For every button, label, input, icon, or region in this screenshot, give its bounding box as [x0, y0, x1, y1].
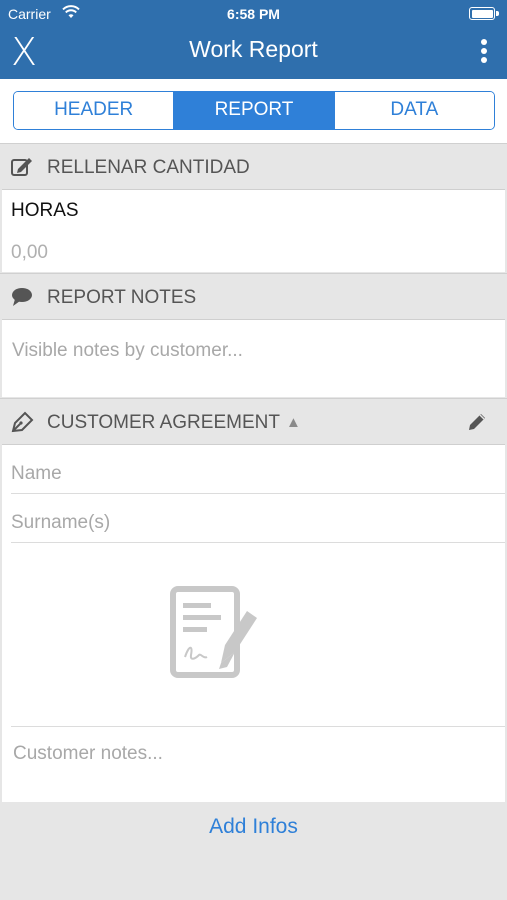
- top-bar: Carrier 6:58 PM X Work Report: [0, 0, 507, 79]
- notes-section-header: REPORT NOTES: [0, 273, 507, 319]
- navigation-bar: X Work Report: [0, 28, 507, 79]
- tab-header[interactable]: HEADER: [14, 92, 174, 129]
- surname-field[interactable]: Surname(s): [11, 494, 505, 543]
- notes-section-title: REPORT NOTES: [47, 287, 197, 308]
- quantity-section-header: RELLENAR CANTIDAD: [0, 143, 507, 189]
- report-notes-placeholder: Visible notes by customer...: [12, 340, 243, 361]
- pencil-icon[interactable]: [465, 410, 489, 434]
- collapse-triangle-icon[interactable]: ▲: [286, 414, 301, 431]
- report-notes-field[interactable]: Visible notes by customer...: [2, 319, 505, 397]
- more-vertical-icon[interactable]: [479, 39, 489, 67]
- battery-icon: [469, 7, 499, 20]
- hours-label: HORAS: [11, 200, 79, 221]
- tab-data[interactable]: DATA: [333, 92, 494, 129]
- signature-area[interactable]: [11, 543, 505, 727]
- quantity-card[interactable]: HORAS 0,00: [2, 189, 505, 272]
- page-title: Work Report: [189, 36, 318, 62]
- tab-report[interactable]: REPORT: [173, 92, 334, 129]
- add-infos-button[interactable]: Add Infos: [0, 815, 507, 839]
- pen-nib-icon: [11, 411, 34, 433]
- customer-notes-field[interactable]: Customer notes...: [13, 743, 163, 765]
- surname-placeholder: Surname(s): [11, 512, 111, 533]
- name-placeholder: Name: [11, 463, 62, 484]
- tab-bar-container: HEADER REPORT DATA: [0, 79, 507, 143]
- hours-input[interactable]: 0,00: [11, 242, 48, 264]
- signature-document-icon: [170, 586, 257, 678]
- quantity-section-title: RELLENAR CANTIDAD: [47, 157, 250, 178]
- agreement-card: Name Surname(s) Customer notes...: [2, 444, 505, 802]
- agreement-section-header: CUSTOMER AGREEMENT ▲: [0, 398, 507, 444]
- speech-bubble-icon: [12, 288, 32, 306]
- agreement-title-text: CUSTOMER AGREEMENT: [47, 412, 280, 433]
- agreement-section-title: CUSTOMER AGREEMENT ▲: [47, 412, 301, 434]
- clock: 6:58 PM: [227, 6, 280, 22]
- edit-square-icon: [11, 158, 32, 176]
- status-bar: Carrier 6:58 PM: [0, 0, 507, 28]
- segmented-control: HEADER REPORT DATA: [13, 91, 495, 130]
- name-field[interactable]: Name: [11, 445, 505, 494]
